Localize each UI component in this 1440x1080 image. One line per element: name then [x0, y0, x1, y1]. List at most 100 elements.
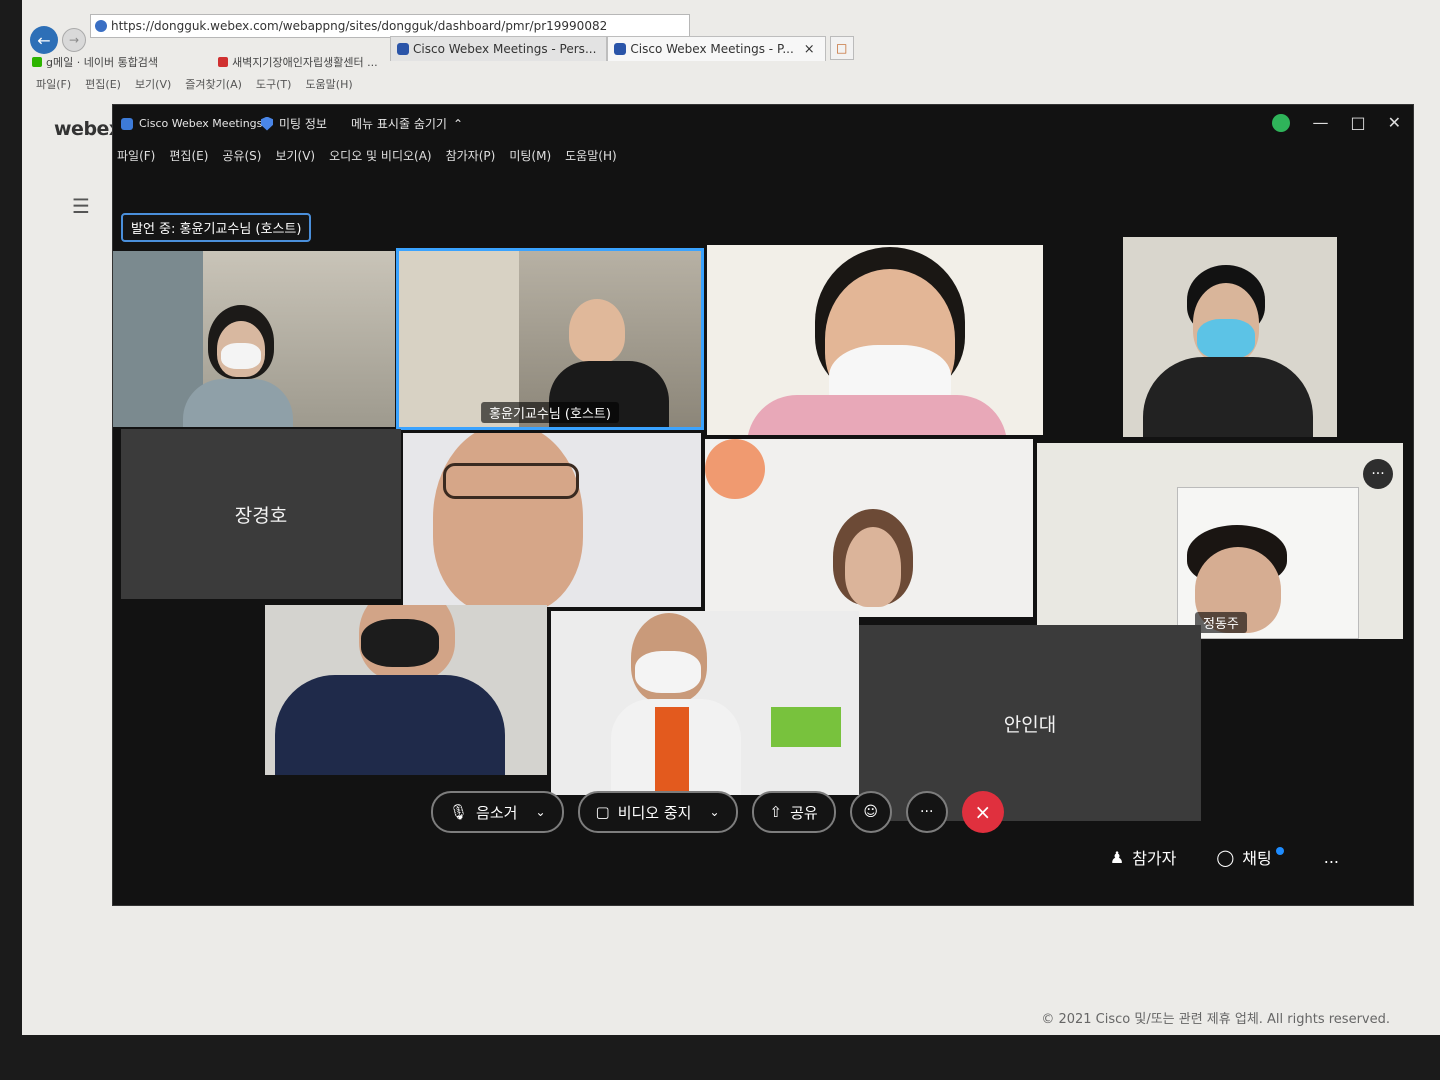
video-tile[interactable]: 정동주 ··· [1037, 443, 1403, 639]
meeting-menu-bar: 파일(F) 편집(E) 공유(S) 보기(V) 오디오 및 비디오(A) 참가자… [117, 147, 617, 164]
chevron-down-icon[interactable]: ⌄ [535, 805, 545, 819]
participant-name: 장경호 [234, 504, 288, 527]
participant-body [747, 395, 1007, 435]
menu-view[interactable]: 보기(V) [135, 76, 171, 92]
video-tile[interactable] [705, 439, 1033, 617]
webex-tab-icon [397, 43, 409, 55]
mute-label: 음소거 [476, 803, 518, 822]
meeting-menu-view[interactable]: 보기(V) [275, 147, 315, 164]
mute-button[interactable]: 🎙 음소거 ⌄ [431, 791, 564, 833]
participant-body [275, 675, 505, 775]
share-button[interactable]: ⇧ 공유 [751, 791, 836, 833]
video-tile[interactable] [1123, 237, 1337, 437]
camera-icon: ▢ [595, 803, 610, 821]
stop-video-button[interactable]: ▢ 비디오 중지 ⌄ [577, 791, 738, 833]
meeting-menu-file[interactable]: 파일(F) [117, 147, 155, 164]
eyeglasses [443, 463, 579, 499]
video-tile-no-video[interactable]: 장경호 [121, 429, 401, 599]
browser-tab[interactable]: Cisco Webex Meetings - Pers... [390, 36, 608, 61]
favorites-bar: g메일 · 네이버 통합검색 새벽지기장애인자립생활센터 ... [32, 52, 378, 72]
shield-icon [261, 116, 273, 131]
share-label: 공유 [790, 803, 818, 822]
screen: ← → https://dongguk.webex.com/webappng/s… [22, 0, 1440, 1035]
webex-meeting-window: Cisco Webex Meetings 미팅 정보 메뉴 표시줄 숨기기 ⌃ … [112, 104, 1414, 906]
video-tile[interactable] [403, 433, 701, 607]
stop-video-label: 비디오 중지 [617, 803, 692, 822]
window-controls: — □ ✕ [1272, 113, 1401, 132]
meeting-menu-share[interactable]: 공유(S) [222, 147, 261, 164]
more-options-button[interactable]: ··· [905, 791, 948, 833]
share-icon: ⇧ [769, 803, 783, 821]
url-text: https://dongguk.webex.com/webappng/sites… [111, 19, 608, 33]
video-tile[interactable] [551, 611, 859, 795]
more-icon: ··· [920, 804, 934, 820]
participant-face [433, 433, 583, 607]
app-title: Cisco Webex Meetings [121, 117, 262, 130]
leave-meeting-button[interactable]: × [961, 791, 1004, 833]
participants-button[interactable]: ♟ 참가자 [1110, 845, 1177, 869]
reactions-button[interactable]: ☺ [849, 791, 892, 833]
bookshelf [399, 251, 519, 427]
browser-tab-active[interactable]: Cisco Webex Meetings - P... × [607, 36, 826, 61]
favorite-label: g메일 · 네이버 통합검색 [46, 56, 159, 69]
meeting-menu-participants[interactable]: 참가자(P) [446, 147, 496, 164]
chevron-down-icon[interactable]: ⌄ [709, 805, 719, 819]
video-tile[interactable] [265, 605, 547, 775]
chat-bubble-icon: ◯ [1216, 847, 1235, 867]
forward-icon[interactable]: → [62, 28, 86, 52]
person-icon: ♟ [1109, 847, 1125, 867]
webex-icon [121, 117, 133, 130]
new-tab-button[interactable]: □ [829, 36, 854, 60]
meeting-menu-edit[interactable]: 편집(E) [169, 147, 208, 164]
face-mask [1197, 319, 1255, 359]
hamburger-menu-icon[interactable]: ☰ [72, 194, 90, 218]
ellipsis-icon: ... [1323, 847, 1339, 867]
back-icon[interactable]: ← [30, 26, 58, 54]
maximize-icon[interactable]: □ [1350, 113, 1365, 132]
meeting-info-button[interactable]: 미팅 정보 [261, 115, 327, 132]
participant-body [183, 379, 293, 427]
participant-face [569, 299, 625, 363]
meeting-menu-help[interactable]: 도움말(H) [565, 147, 617, 164]
logo-mark [705, 439, 765, 499]
menu-tools[interactable]: 도구(T) [256, 76, 292, 92]
site-icon [95, 20, 107, 32]
close-tab-icon[interactable]: × [804, 42, 815, 57]
participant-face [845, 527, 901, 607]
hide-menu-button[interactable]: 메뉴 표시줄 숨기기 ⌃ [351, 115, 463, 132]
address-bar[interactable]: https://dongguk.webex.com/webappng/sites… [90, 14, 690, 38]
hide-menu-label: 메뉴 표시줄 숨기기 [351, 117, 447, 131]
notification-dot [1275, 847, 1284, 855]
active-speaker-label: 발언 중: 홍윤기교수님 (호스트) [121, 213, 312, 242]
video-tile[interactable] [113, 251, 395, 427]
chat-label: 채팅 [1242, 849, 1272, 868]
video-tile[interactable] [707, 245, 1043, 435]
video-tile-active-speaker[interactable]: 홍윤기교수님 (호스트) [396, 248, 704, 430]
webex-tab-icon [614, 43, 627, 55]
participant-shirt [655, 707, 689, 795]
menu-help[interactable]: 도움말(H) [305, 76, 352, 92]
overflow-button[interactable]: ... [1324, 848, 1339, 867]
menu-edit[interactable]: 편집(E) [85, 76, 121, 92]
menu-favorites[interactable]: 즐겨찾기(A) [185, 76, 242, 92]
connection-signal-icon[interactable] [1272, 113, 1291, 132]
favorite-item[interactable]: 새벽지기장애인자립생활센터 ... [218, 52, 378, 72]
close-window-icon[interactable]: ✕ [1388, 113, 1401, 132]
chat-button[interactable]: ◯ 채팅 [1216, 845, 1284, 869]
meeting-title-bar: Cisco Webex Meetings 미팅 정보 메뉴 표시줄 숨기기 ⌃ … [113, 105, 1413, 139]
meeting-menu-meeting[interactable]: 미팅(M) [509, 147, 551, 164]
meeting-menu-audio-video[interactable]: 오디오 및 비디오(A) [329, 147, 431, 164]
gmail-icon [218, 57, 229, 67]
naver-icon [32, 57, 42, 67]
menu-file[interactable]: 파일(F) [36, 76, 71, 92]
browser-tabs: Cisco Webex Meetings - Pers... Cisco Web… [390, 36, 854, 62]
meeting-controls: 🎙 음소거 ⌄ ▢ 비디오 중지 ⌄ ⇧ 공유 ☺ ··· × [431, 791, 1004, 833]
tab-label: Cisco Webex Meetings - Pers... [413, 42, 597, 56]
favorite-item[interactable]: g메일 · 네이버 통합검색 [32, 52, 158, 72]
favorite-label: 새벽지기장애인자립생활센터 ... [232, 56, 378, 69]
webex-logo: webex [54, 118, 121, 140]
minimize-icon[interactable]: — [1312, 113, 1328, 132]
chevron-up-icon: ⌃ [452, 116, 464, 131]
chair [771, 707, 841, 747]
tile-more-options-button[interactable]: ··· [1363, 459, 1393, 489]
